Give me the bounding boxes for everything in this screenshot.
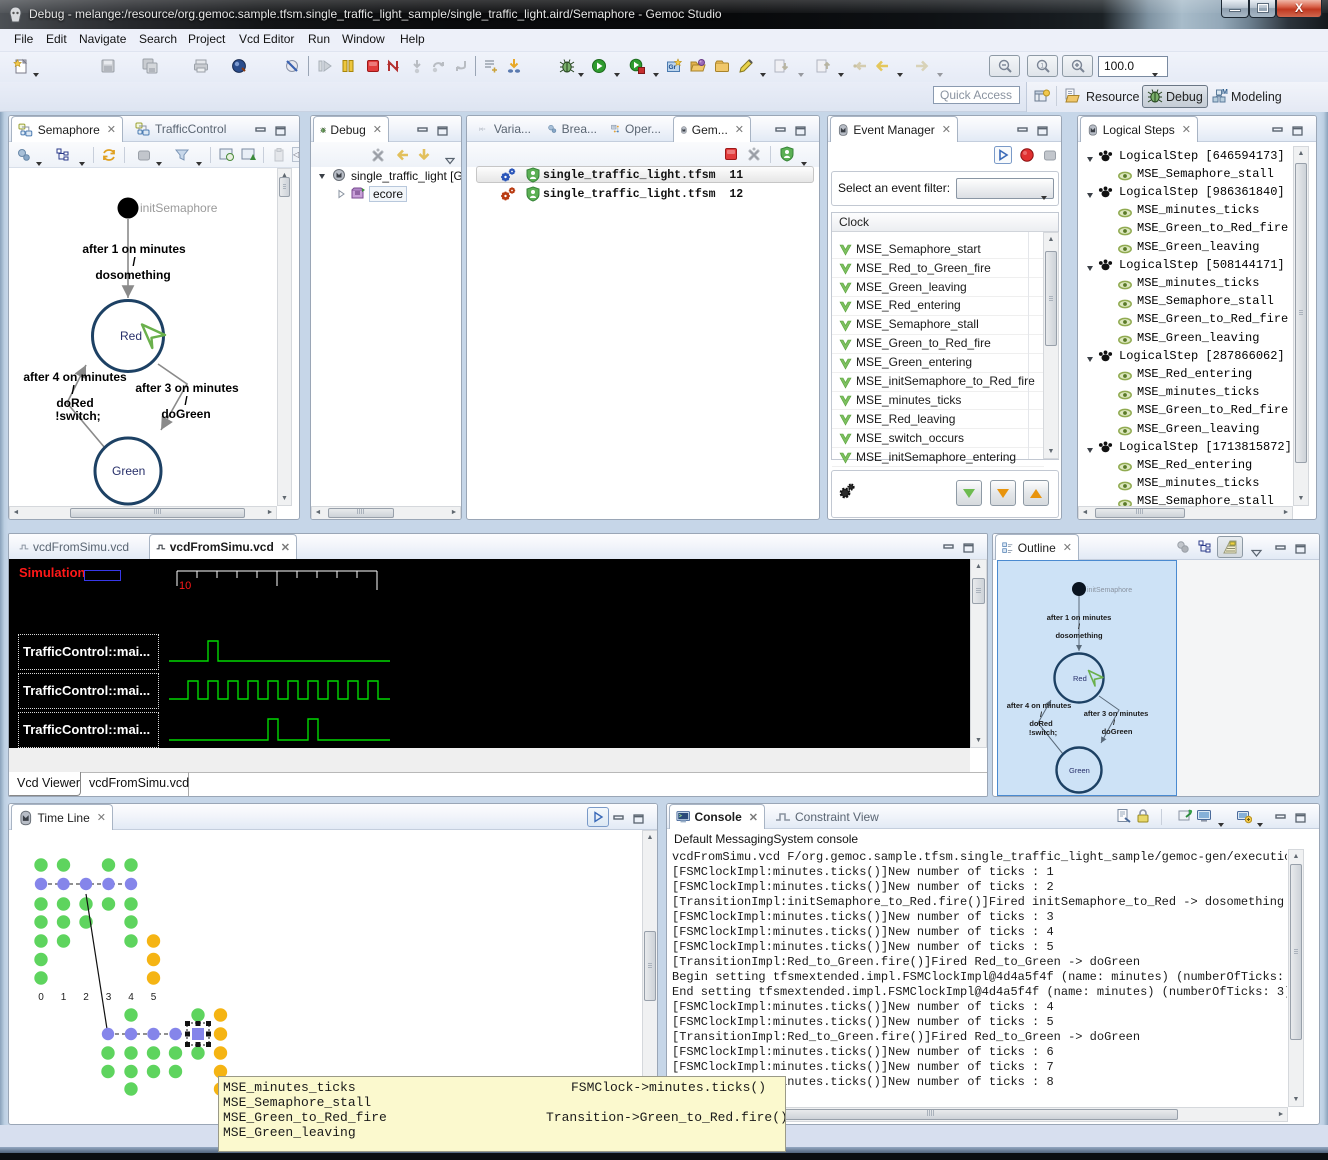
svg-text:Green: Green [112,464,145,478]
svg-text:(x)=: (x)= [479,127,485,131]
svg-text:1: 1 [61,992,67,1003]
svg-text:4: 4 [128,992,134,1003]
svg-text:after 1 on minutes: after 1 on minutes [1047,613,1112,622]
svg-text:Gr: Gr [669,64,677,71]
svg-text:initSemaphore: initSemaphore [1087,587,1132,594]
svg-text:Green: Green [1069,766,1090,775]
svg-text:doGreen: doGreen [1102,727,1133,736]
svg-text:3: 3 [106,992,112,1003]
svg-text:after 3 on minutes: after 3 on minutes [1084,709,1149,718]
svg-text:doRed: doRed [1029,719,1053,728]
svg-text:after 4 on minutes: after 4 on minutes [1007,701,1072,710]
svg-text:after 3 on minutes: after 3 on minutes [135,381,239,395]
svg-text:/: / [1113,718,1116,727]
svg-text:/: / [132,255,136,269]
svg-text:dosomething: dosomething [1055,631,1102,640]
svg-text:M: M [1222,89,1228,96]
svg-text:Red: Red [1073,674,1087,683]
svg-text:initSemaphore: initSemaphore [140,201,218,215]
svg-text:10: 10 [179,580,191,592]
svg-text:after 4 on minutes: after 4 on minutes [23,370,127,384]
svg-text:after 1 on minutes: after 1 on minutes [82,242,186,256]
svg-text:doGreen: doGreen [161,407,210,421]
svg-text:/: / [1078,622,1081,631]
svg-text:/: / [71,383,75,397]
svg-text:/: / [184,394,188,408]
svg-text:dosomething: dosomething [95,268,170,282]
svg-text:0: 0 [38,992,44,1003]
svg-text:5: 5 [151,992,157,1003]
svg-text:!switch;: !switch; [55,409,100,423]
svg-text:Red: Red [120,329,142,343]
svg-text:!switch;: !switch; [1029,728,1057,737]
svg-text:2: 2 [83,992,89,1003]
svg-text:doRed: doRed [56,396,93,410]
